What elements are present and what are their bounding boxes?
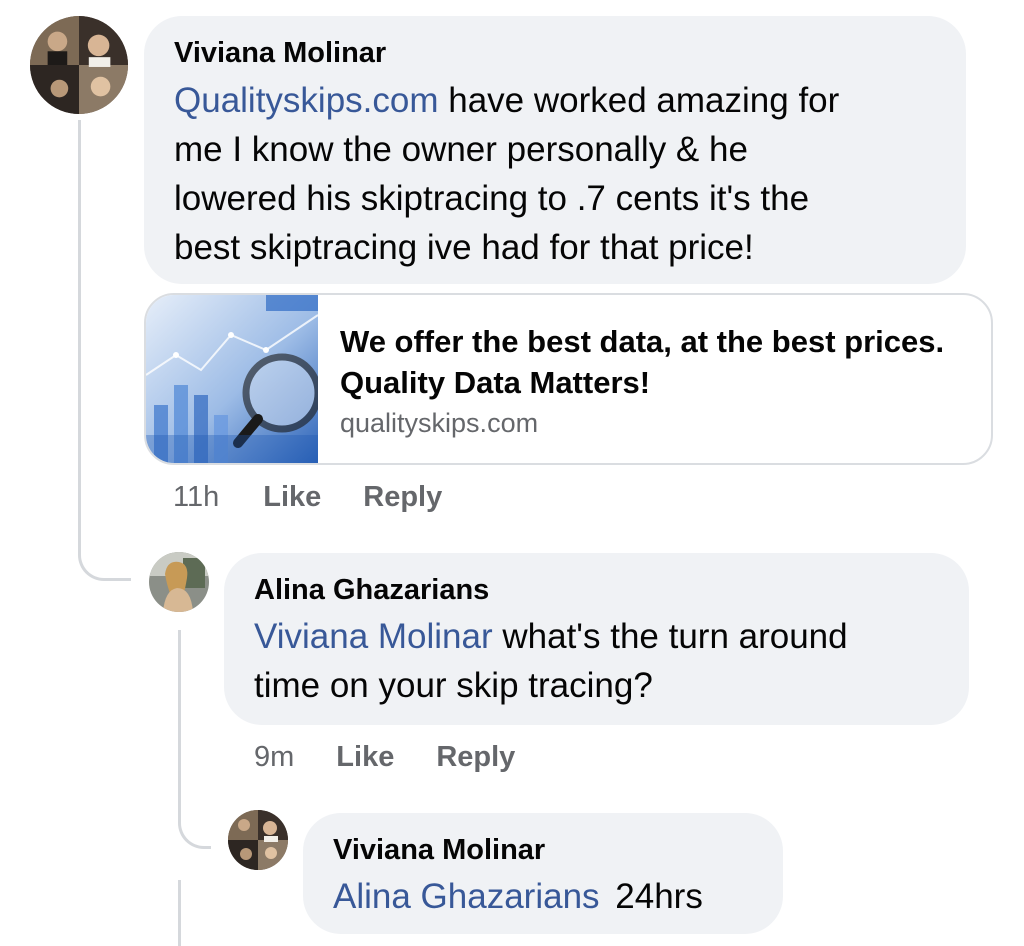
comment-text-line: Viviana Molinar what's the turn around [254,612,939,661]
comment-bubble: Viviana Molinar Alina Ghazarians 24hrs [303,813,783,934]
avatar-photo-collage-icon [30,16,128,114]
comment-text-fragment: 24hrs [615,877,703,916]
comment-text-line: Qualityskips.com have worked amazing for [174,76,936,125]
avatar-portrait-icon [149,552,209,612]
link-preview-image [146,295,318,463]
link-preview-domain: qualityskips.com [340,408,539,438]
comment-timestamp[interactable]: 9m [254,740,294,774]
reply-button[interactable]: Reply [363,480,442,514]
comment-actions: 11h Like Reply [173,480,442,514]
avatar-photo-collage-icon [228,810,288,870]
comment-actions: 9m Like Reply [254,740,515,774]
mention-link[interactable]: Alina Ghazarians [333,877,600,916]
comment-timestamp[interactable]: 11h [173,480,219,514]
link-preview-title: We offer the best data, at the best pric… [340,324,945,400]
thread-line-main [78,120,81,540]
link-preview-card[interactable]: We offer the best data, at the best pric… [144,293,993,465]
avatar[interactable] [149,552,209,612]
like-button[interactable]: Like [336,740,394,774]
comment-text: Alina Ghazarians 24hrs [333,872,753,921]
comment-bubble: Alina Ghazarians Viviana Molinar what's … [224,553,969,725]
comment-text-fragment: have worked amazing for [438,81,840,120]
comment-bubble: Viviana Molinar Qualityskips.com have wo… [144,16,966,284]
comment-author[interactable]: Viviana Molinar [174,36,936,70]
comment-author[interactable]: Alina Ghazarians [254,573,939,607]
comment-text-line: me I know the owner personally & he [174,130,748,169]
comment-text-line: best skiptracing ive had for that price! [174,228,754,267]
mention-link[interactable]: Qualityskips.com [174,81,439,120]
thread-connector-reply-1 [78,530,131,581]
avatar[interactable] [228,810,288,870]
comment-text-line: lowered his skiptracing to .7 cents it's… [174,179,810,218]
like-button[interactable]: Like [263,480,321,514]
thread-line-reply [178,630,181,820]
thread-connector-reply-2 [178,810,211,849]
comment-text-line: time on your skip tracing? [254,666,653,705]
comment-author[interactable]: Viviana Molinar [333,833,753,867]
avatar[interactable] [30,16,128,114]
mention-link[interactable]: Viviana Molinar [254,617,493,656]
reply-button[interactable]: Reply [436,740,515,774]
comment-text: Qualityskips.com have worked amazing for… [174,76,936,272]
data-chart-magnifier-icon [146,295,318,463]
comment-text: Viviana Molinar what's the turn around t… [254,612,939,710]
comment-text-fragment: what's the turn around [492,617,848,656]
thread-line-continued [178,880,181,946]
